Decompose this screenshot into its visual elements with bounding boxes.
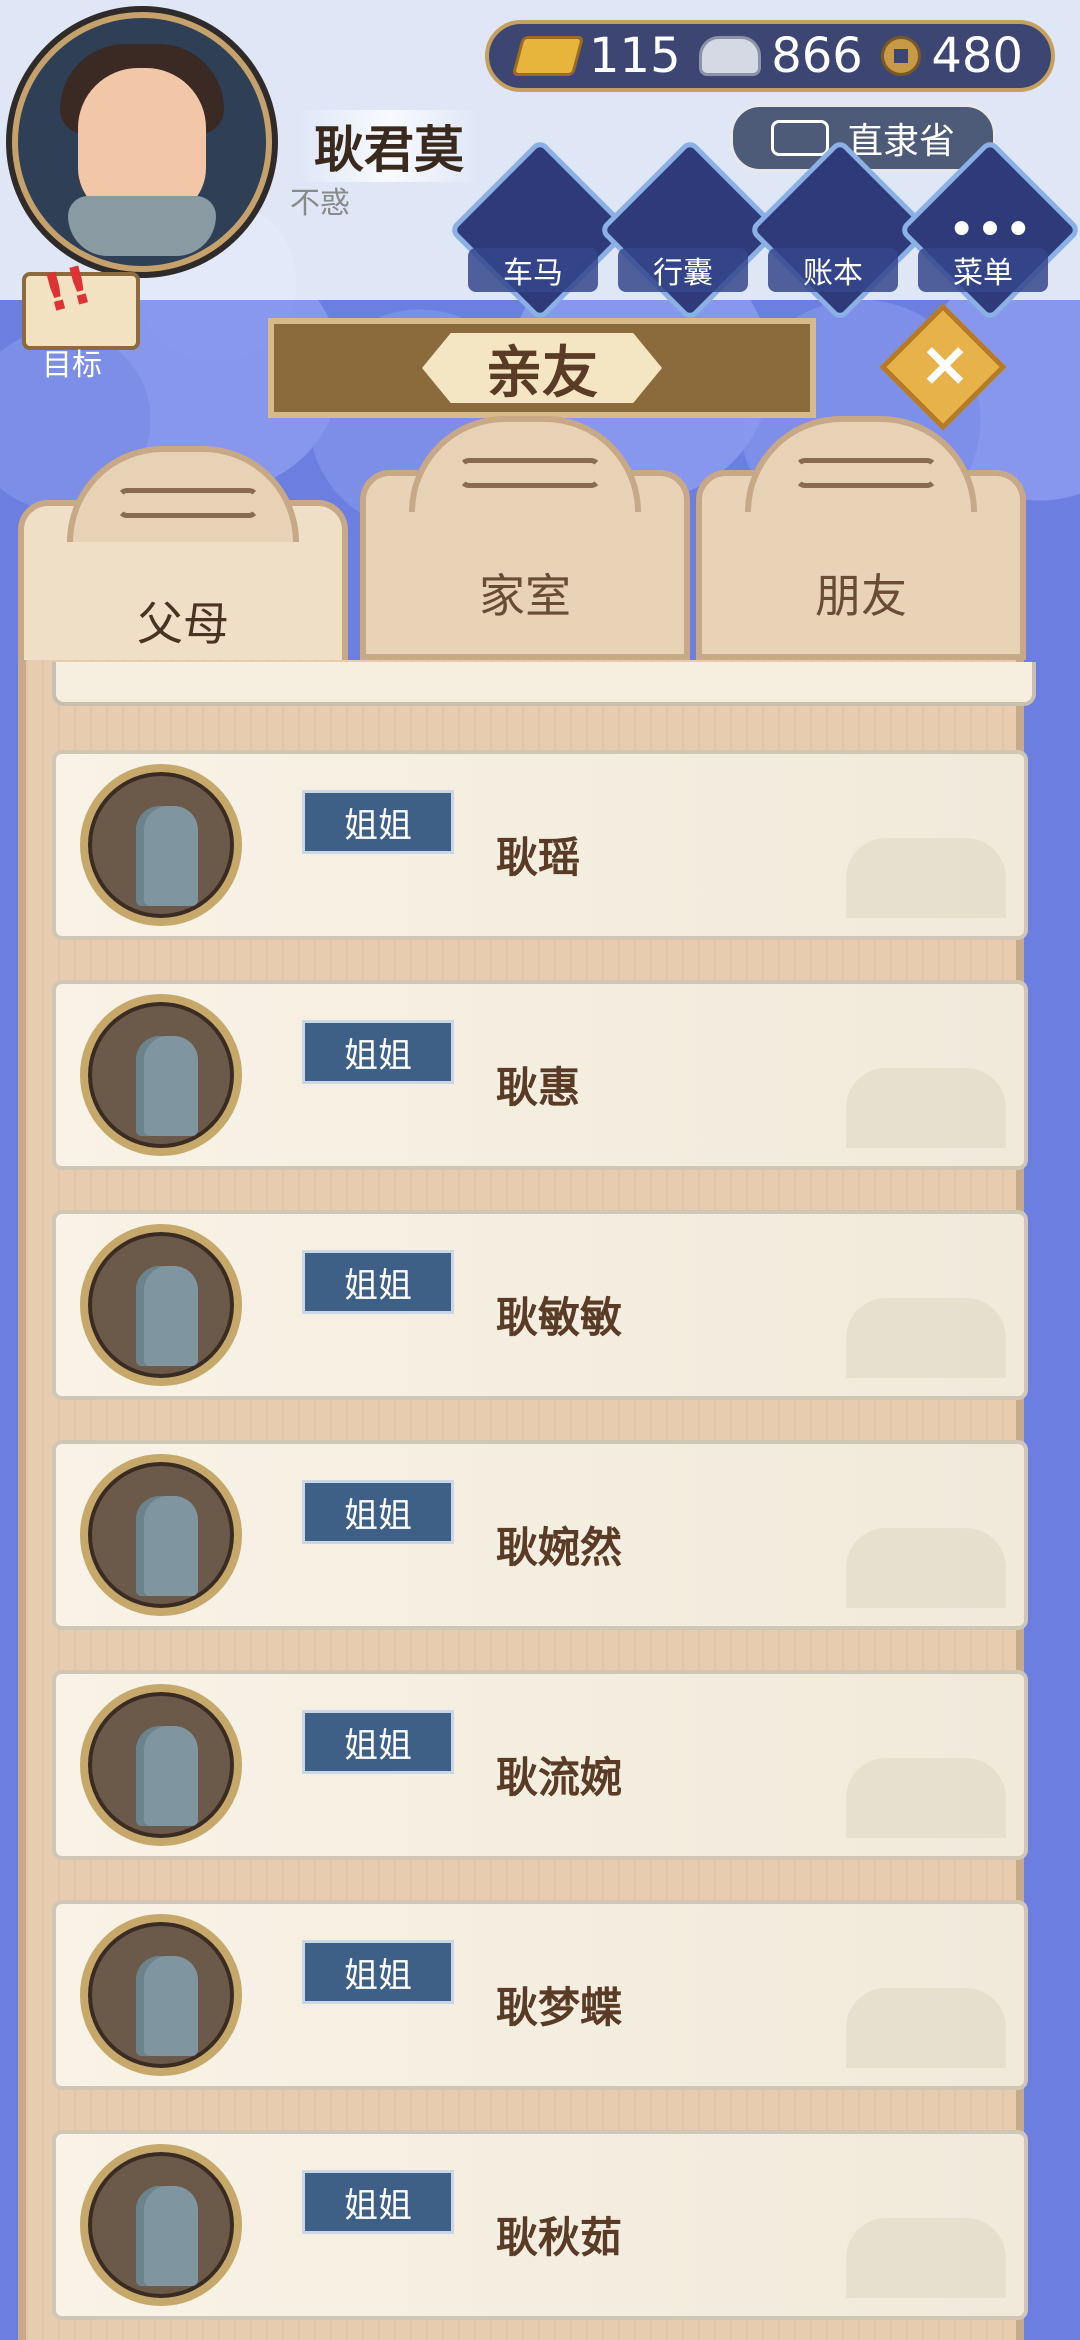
portrait xyxy=(80,1684,242,1846)
tombstone-icon xyxy=(136,1266,198,1366)
currency-bar: 115 866 480 xyxy=(485,20,1055,92)
tombstone-icon xyxy=(136,1496,198,1596)
player-avatar[interactable] xyxy=(12,12,272,272)
tombstone-icon xyxy=(136,1956,198,2056)
avatar-body xyxy=(68,196,216,256)
gold-counter: 115 xyxy=(511,28,681,84)
tombstone-icon xyxy=(136,806,198,906)
relation-badge: 姐姐 xyxy=(302,790,454,854)
close-icon[interactable]: × xyxy=(910,327,980,400)
list-item[interactable]: 姐姐 耿婉然 xyxy=(52,1440,1028,1630)
tab-family-label: 家室 xyxy=(479,569,571,623)
tombstone-icon xyxy=(136,2186,198,2286)
tombstone-icon xyxy=(136,1726,198,1826)
relative-name: 耿惠 xyxy=(496,1063,581,1112)
relation-badge: 姐姐 xyxy=(302,1020,454,1084)
list-item[interactable]: 姐姐 耿梦蝶 xyxy=(52,1900,1028,2090)
relation-badge: 姐姐 xyxy=(302,1480,454,1544)
coin-amount: 480 xyxy=(931,28,1023,84)
portrait xyxy=(80,2144,242,2306)
portrait xyxy=(80,764,242,926)
portrait xyxy=(80,994,242,1156)
portrait xyxy=(80,1454,242,1616)
gold-amount: 115 xyxy=(589,28,681,84)
goal-label: 目标 xyxy=(42,348,102,383)
relative-name: 耿流婉 xyxy=(496,1753,623,1802)
coin-counter: 480 xyxy=(881,28,1023,84)
list-item-partial xyxy=(52,662,1036,706)
tab-friends[interactable]: 朋友 xyxy=(696,416,1026,660)
list-item[interactable]: 姐姐 耿惠 xyxy=(52,980,1028,1170)
relation-badge: 姐姐 xyxy=(302,1250,454,1314)
title-plate: 亲友 xyxy=(268,318,816,418)
list-item[interactable]: 姐姐 耿瑶 xyxy=(52,750,1028,940)
page-title: 亲友 xyxy=(422,333,662,403)
location-name: 直隶省 xyxy=(846,121,955,162)
list-item[interactable]: 姐姐 耿流婉 xyxy=(52,1670,1028,1860)
relative-name: 耿婉然 xyxy=(496,1523,623,1572)
relative-name: 耿瑶 xyxy=(496,833,581,882)
silver-ingot-icon xyxy=(699,36,762,76)
relation-badge: 姐姐 xyxy=(302,2170,454,2234)
silver-amount: 866 xyxy=(771,28,863,84)
player-name: 耿君莫 xyxy=(300,110,478,182)
location-icon xyxy=(770,120,829,156)
tombstone-icon xyxy=(136,1036,198,1136)
tab-family[interactable]: 家室 xyxy=(360,416,690,660)
relative-name: 耿梦蝶 xyxy=(496,1983,623,2032)
list-item[interactable]: 姐姐 耿秋茹 xyxy=(52,2130,1028,2320)
portrait xyxy=(80,1224,242,1386)
menu-label: 菜单 xyxy=(918,248,1048,292)
relative-name: 耿秋茹 xyxy=(496,2213,623,2262)
relative-name: 耿敏敏 xyxy=(496,1293,623,1342)
silver-counter: 866 xyxy=(699,28,863,84)
relation-badge: 姐姐 xyxy=(302,1940,454,2004)
carriage-label: 车马 xyxy=(468,248,598,292)
relation-badge: 姐姐 xyxy=(302,1710,454,1774)
copper-coin-icon xyxy=(881,36,922,76)
gold-ingot-icon xyxy=(511,36,585,76)
player-age-title: 不惑 xyxy=(290,186,350,221)
tab-parents-label: 父母 xyxy=(137,597,229,651)
bag-label: 行囊 xyxy=(618,248,748,292)
tab-friends-label: 朋友 xyxy=(815,569,907,623)
ledger-label: 账本 xyxy=(768,248,898,292)
list-item[interactable]: 姐姐 耿敏敏 xyxy=(52,1210,1028,1400)
portrait xyxy=(80,1914,242,2076)
